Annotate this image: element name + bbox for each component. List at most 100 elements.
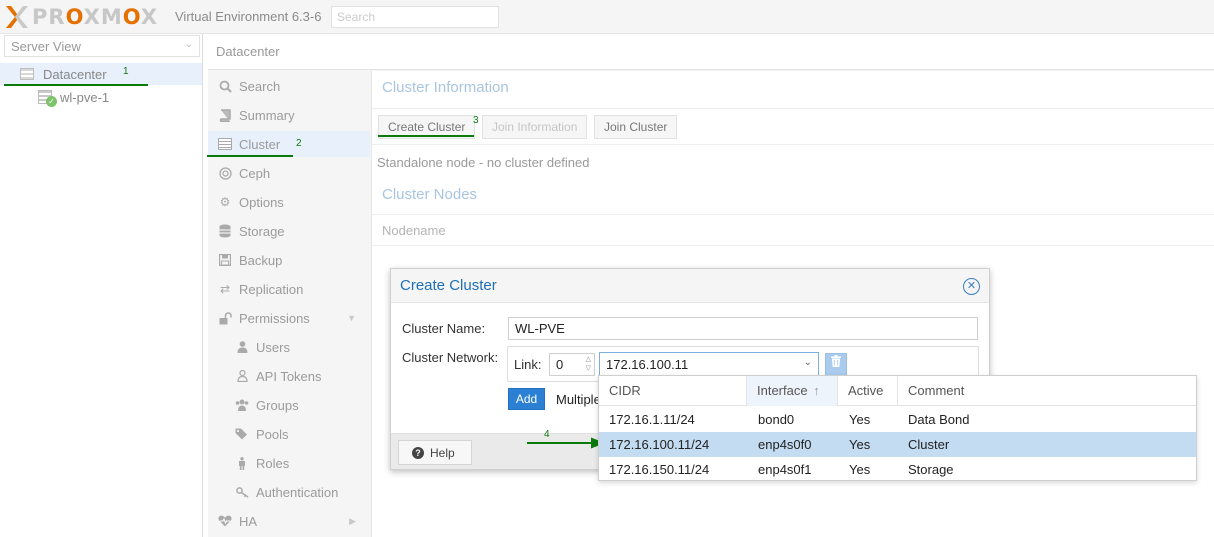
menu-item-options[interactable]: ⚙ Options <box>208 189 370 215</box>
dialog-title: Create Cluster <box>400 277 497 294</box>
menu-item-label: Options <box>239 194 284 210</box>
menu-item-authentication[interactable]: Authentication <box>208 479 370 505</box>
breadcrumb: Datacenter <box>208 34 1214 70</box>
menu-item-storage[interactable]: Storage <box>208 218 370 244</box>
menu-item-backup[interactable]: Backup <box>208 247 370 273</box>
proxmox-x-icon <box>6 6 28 28</box>
menu-item-permissions[interactable]: Permissions ▼ <box>208 305 370 331</box>
menu-item-users[interactable]: Users <box>208 334 370 360</box>
cluster-nodes-title: Cluster Nodes <box>382 186 478 203</box>
link-label: Link: <box>514 357 542 372</box>
menu-item-api-tokens[interactable]: API Tokens <box>208 363 370 389</box>
active-cell: Yes <box>849 412 871 427</box>
menu-item-ha[interactable]: HA ▶ <box>208 508 370 534</box>
delete-link-button[interactable] <box>825 353 847 376</box>
menu-item-label: HA <box>239 513 258 529</box>
unlock-icon <box>218 311 232 325</box>
datacenter-icon <box>20 68 34 80</box>
menu-item-label: API Tokens <box>256 368 322 384</box>
datacenter-menu: Search Summary Cluster Ceph ⚙ Options St… <box>208 71 370 537</box>
interface-cell: bond0 <box>758 412 795 427</box>
search-input[interactable]: Search <box>331 6 499 28</box>
menu-item-label: Pools <box>256 426 289 442</box>
annotation-number: 4 <box>544 429 550 440</box>
cluster-network-label: Cluster Network: <box>402 350 499 365</box>
cluster-status-text: Standalone node - no cluster defined <box>377 155 590 170</box>
user-icon <box>235 340 249 354</box>
annotation-underline <box>207 155 293 157</box>
annotation-underline <box>378 135 474 137</box>
proxmox-logo: PROXMOX <box>4 4 158 30</box>
active-cell: Yes <box>849 437 871 452</box>
interface-value: 172.16.100.11 <box>606 357 689 372</box>
interface-combo[interactable]: 172.16.100.11 ⌄ <box>599 352 819 377</box>
annotation-number: 1 <box>123 66 129 77</box>
multiple-links-text: Multiple <box>556 392 601 407</box>
spinner-arrows-icon[interactable]: △ ▽ <box>586 355 591 373</box>
book-icon <box>218 108 232 122</box>
menu-item-label: Summary <box>239 107 295 123</box>
menu-item-groups[interactable]: Groups <box>208 392 370 418</box>
table-row-selected[interactable]: 172.16.100.11/24 enp4s0f0 Yes Cluster <box>599 432 1196 457</box>
retweet-icon: ⇄ <box>219 282 231 296</box>
cidr-cell: 172.16.150.11/24 <box>609 462 710 477</box>
menu-item-label: Storage <box>239 223 285 239</box>
menu-item-replication[interactable]: ⇄ Replication <box>208 276 370 302</box>
online-check-icon: ✓ <box>46 96 57 107</box>
annotation-underline <box>4 84 148 86</box>
help-button[interactable]: ? Help <box>398 440 472 465</box>
menu-item-search[interactable]: Search <box>208 73 370 99</box>
top-header: PROXMOX Virtual Environment 6.3-6 Search <box>0 0 1214 34</box>
server-icon <box>218 137 232 151</box>
caret-down-icon[interactable]: ▼ <box>347 313 356 323</box>
table-row[interactable]: 172.16.150.11/24 enp4s0f1 Yes Storage <box>599 457 1196 482</box>
dropdown-header: CIDR Interface ↑ Active Comment <box>599 376 1196 406</box>
menu-item-label: Authentication <box>256 484 339 500</box>
add-link-button[interactable]: Add <box>508 388 545 410</box>
menu-item-summary[interactable]: Summary <box>208 102 370 128</box>
logo-wordmark: PROXMOX <box>32 5 159 29</box>
column-header-cidr[interactable]: CIDR <box>599 376 747 406</box>
users-icon <box>235 398 249 412</box>
comment-cell: Storage <box>908 462 954 477</box>
tags-icon <box>235 427 249 441</box>
dialog-header: Create Cluster ✕ <box>391 269 989 303</box>
column-header-comment[interactable]: Comment <box>898 376 1196 406</box>
menu-item-ceph[interactable]: Ceph <box>208 160 370 186</box>
close-icon[interactable]: ✕ <box>963 278 980 295</box>
tree-item-datacenter[interactable]: Datacenter <box>0 63 202 85</box>
chevron-down-icon: ⌄ <box>184 39 193 50</box>
menu-item-label: Search <box>239 78 281 94</box>
trash-icon <box>831 355 841 367</box>
table-row[interactable]: 172.16.1.11/24 bond0 Yes Data Bond <box>599 407 1196 432</box>
menu-item-pools[interactable]: Pools <box>208 421 370 447</box>
chevron-down-icon[interactable]: ⌄ <box>804 357 812 368</box>
menu-item-label: Backup <box>239 252 283 268</box>
cidr-cell: 172.16.1.11/24 <box>609 412 695 427</box>
menu-item-label: Permissions <box>239 310 310 326</box>
menu-item-label: Roles <box>256 455 290 471</box>
interface-cell: enp4s0f0 <box>758 437 812 452</box>
view-select-value: Server View <box>11 39 81 54</box>
join-information-button[interactable]: Join Information <box>482 115 588 139</box>
tree-item-label: wl-pve-1 <box>60 89 110 105</box>
annotation-number: 2 <box>296 138 302 149</box>
menu-item-cluster[interactable]: Cluster <box>208 131 370 157</box>
menu-item-label: Groups <box>256 397 299 413</box>
cluster-name-label: Cluster Name: <box>402 321 486 336</box>
cluster-name-input[interactable]: WL-PVE <box>508 317 978 340</box>
join-cluster-button[interactable]: Join Cluster <box>594 115 678 139</box>
view-select[interactable]: Server View ⌄ <box>4 35 200 57</box>
nodename-column-header[interactable]: Nodename <box>372 214 1214 246</box>
menu-item-label: Replication <box>239 281 304 297</box>
column-header-active[interactable]: Active <box>838 376 898 406</box>
menu-item-roles[interactable]: Roles <box>208 450 370 476</box>
tree-item-node[interactable]: ✓ wl-pve-1 <box>0 86 202 108</box>
ceph-icon <box>218 166 232 180</box>
interface-cell: enp4s0f1 <box>758 462 812 477</box>
resource-tree: Server View ⌄ Datacenter ✓ wl-pve-1 <box>0 34 203 537</box>
column-header-label: Interface <box>757 383 808 398</box>
caret-right-icon[interactable]: ▶ <box>349 516 356 527</box>
link-number-input[interactable]: 0 △ ▽ <box>549 353 595 376</box>
column-header-interface[interactable]: Interface ↑ <box>747 376 838 406</box>
